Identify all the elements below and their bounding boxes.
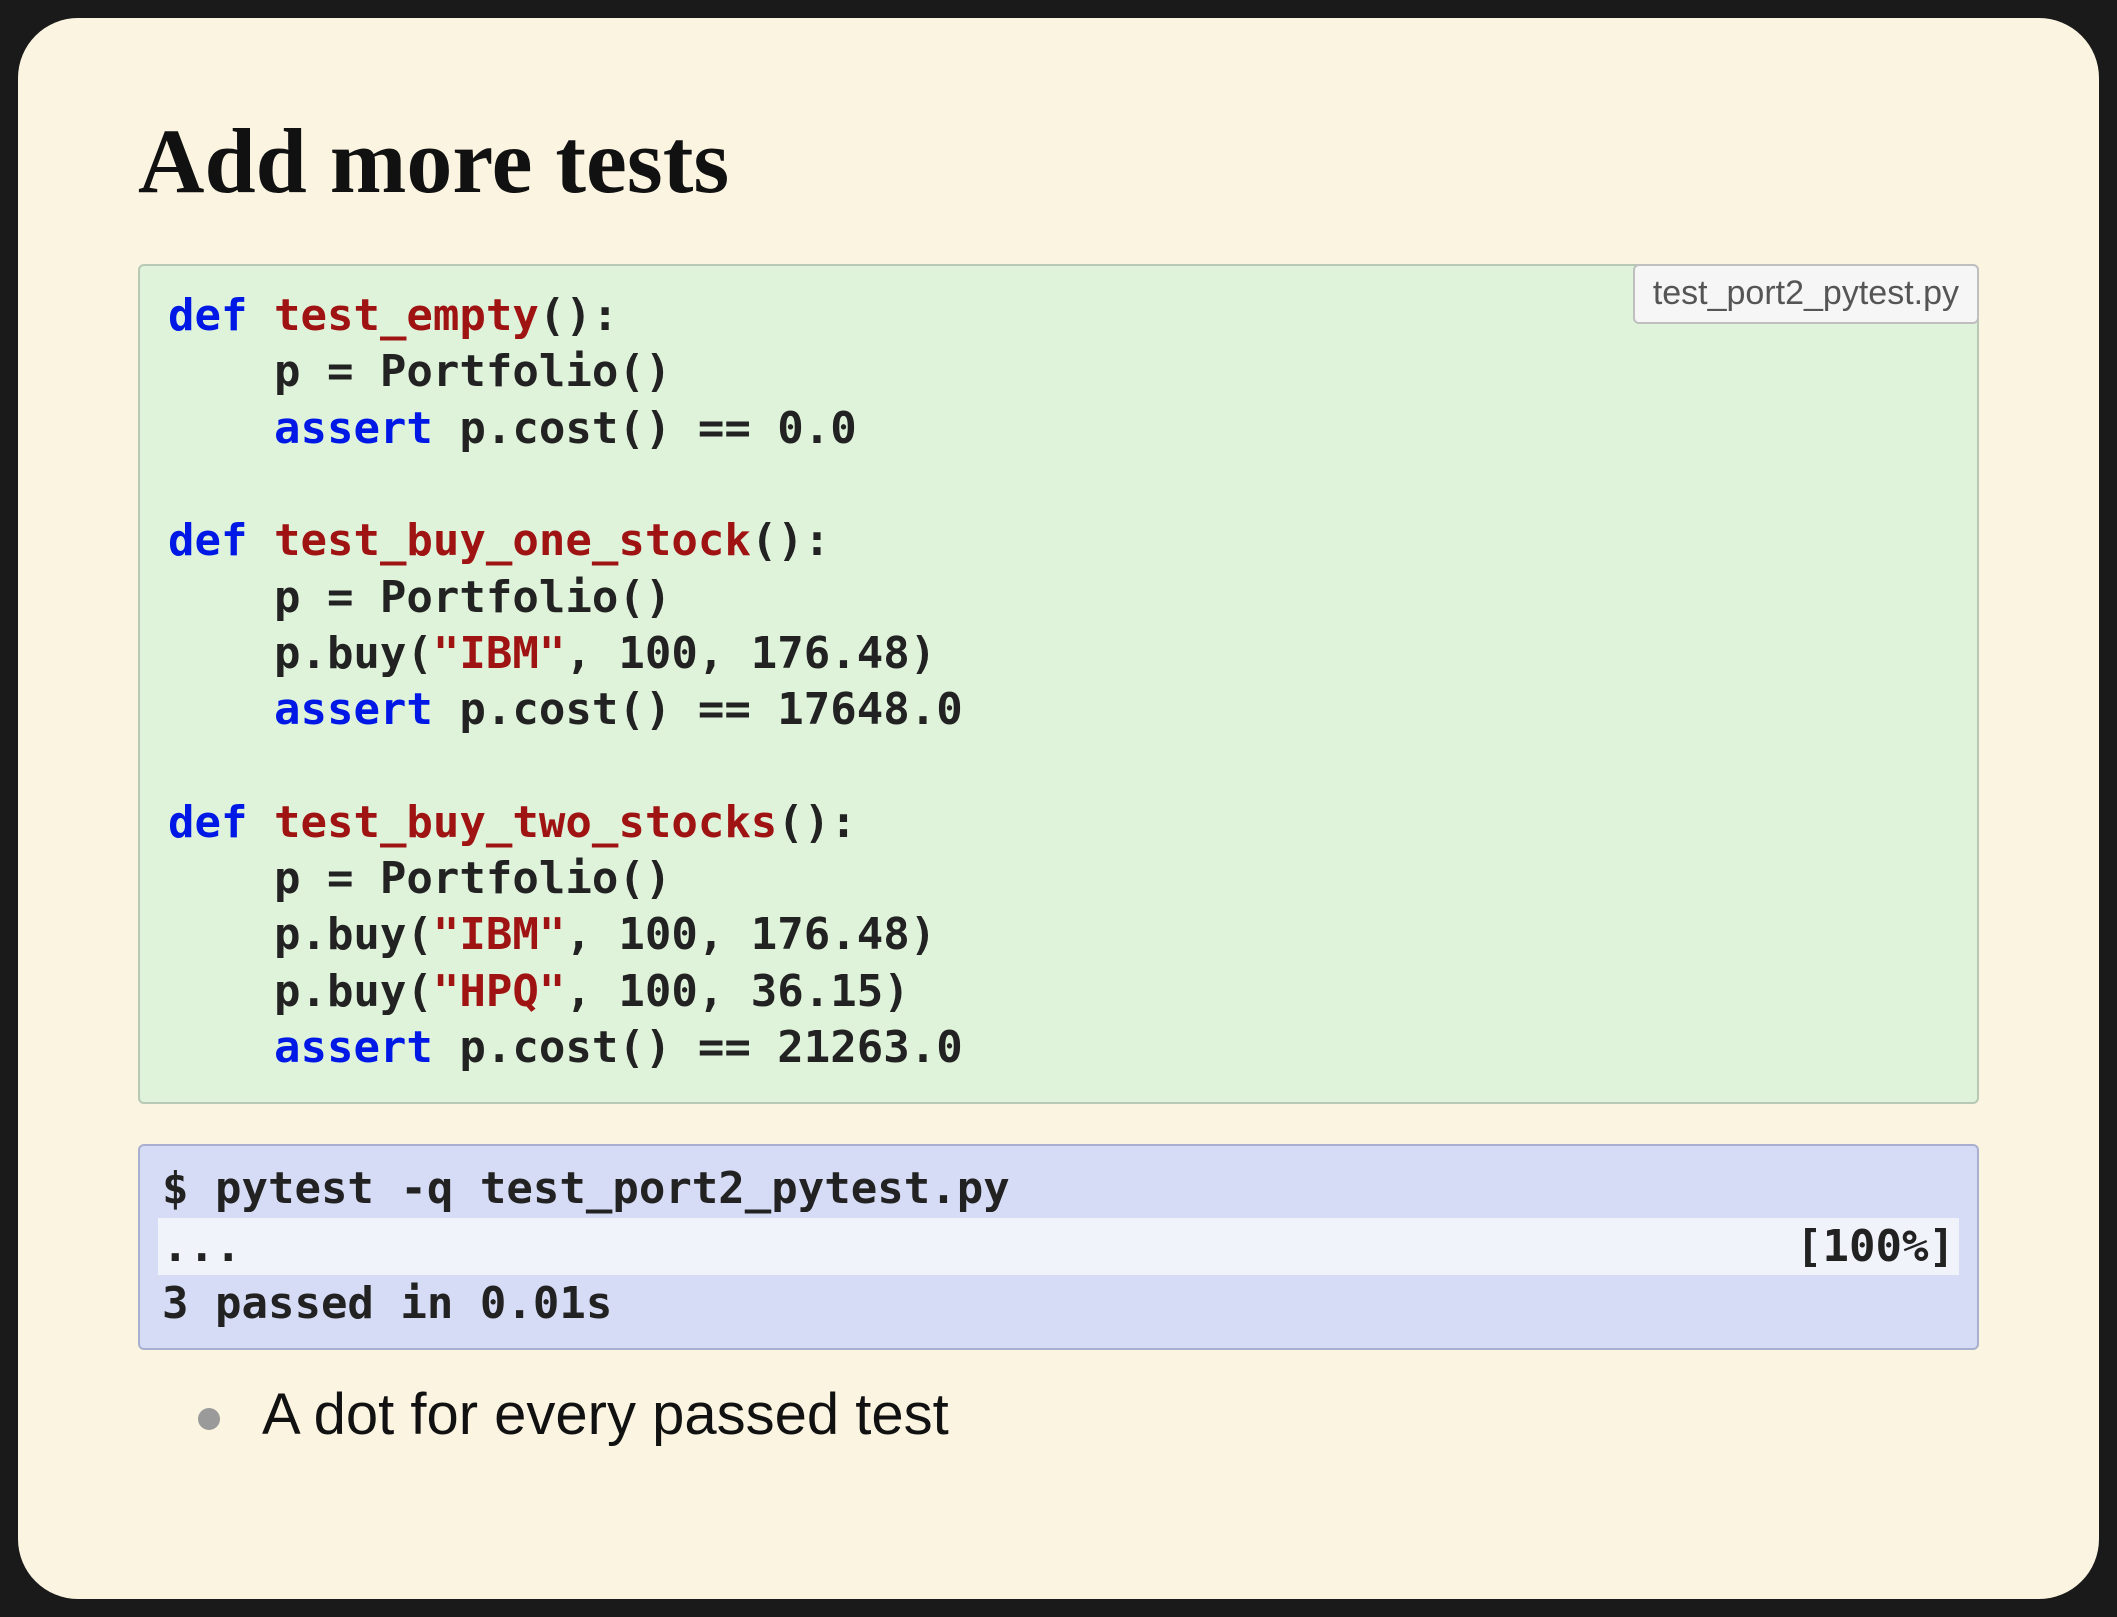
terminal-block: $ pytest -q test_port2_pytest.py ... [10…: [138, 1144, 1979, 1350]
terminal-summary: 3 passed in 0.01s: [162, 1275, 1955, 1332]
bullet-list: A dot for every passed test: [138, 1380, 1979, 1450]
terminal-percent: [100%]: [1796, 1218, 1955, 1275]
terminal-command: $ pytest -q test_port2_pytest.py: [162, 1160, 1955, 1217]
terminal-progress-line: ... [100%]: [158, 1218, 1959, 1275]
code-block: test_port2_pytest.py def test_empty(): p…: [138, 264, 1979, 1104]
code-content: def test_empty(): p = Portfolio() assert…: [168, 288, 1949, 1076]
slide-title: Add more tests: [138, 108, 1979, 214]
bullet-item: A dot for every passed test: [198, 1380, 1979, 1450]
terminal-dots: ...: [162, 1218, 241, 1275]
slide: Add more tests test_port2_pytest.py def …: [18, 18, 2099, 1599]
code-filename-badge: test_port2_pytest.py: [1633, 264, 1979, 324]
